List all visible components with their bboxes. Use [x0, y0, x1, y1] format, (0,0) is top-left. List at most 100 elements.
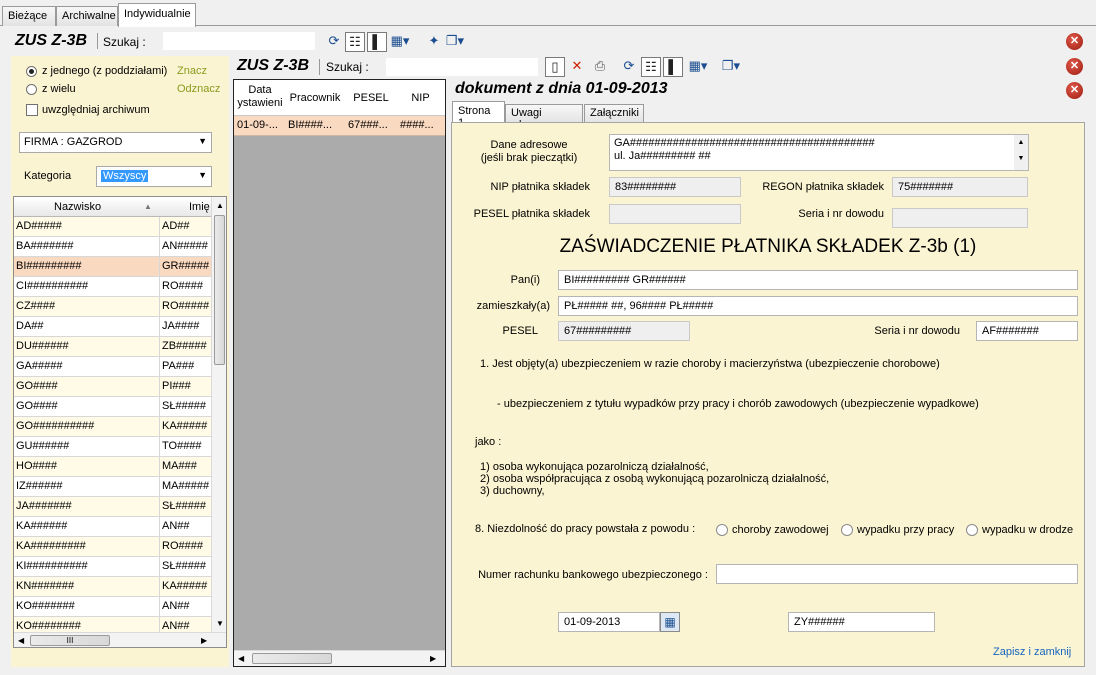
refresh-icon[interactable]: ⟳ — [619, 57, 639, 77]
table-row[interactable]: GO########## KA##### — [14, 417, 211, 437]
doc-tab-notes[interactable]: Uwagi własne — [505, 104, 583, 131]
table-row[interactable]: KA######### RO#### — [14, 537, 211, 557]
doc-tab-attachments[interactable]: Załączniki — [584, 104, 644, 123]
column-header-pesel[interactable]: PESEL — [346, 92, 396, 104]
table-row[interactable]: GO#### SŁ##### — [14, 397, 211, 417]
scroll-left-icon[interactable]: ◀ — [238, 654, 244, 663]
calculator-icon[interactable]: ☷ — [641, 57, 661, 77]
nip-field[interactable]: 83######## — [609, 177, 741, 197]
chevron-down-icon: ▼ — [198, 170, 207, 180]
column-header-nip[interactable]: NIP — [398, 92, 443, 104]
outer-search-input[interactable] — [163, 32, 315, 50]
table-row[interactable]: HO#### MA### — [14, 457, 211, 477]
firm-combo[interactable]: FIRMA : GAZGROD ▼ — [19, 132, 212, 153]
table-row[interactable]: GO#### PI### — [14, 377, 211, 397]
payer-pesel-field[interactable] — [609, 204, 741, 224]
table-row[interactable]: DA## JA#### — [14, 317, 211, 337]
table-row[interactable]: JA####### SŁ##### — [14, 497, 211, 517]
table-menu-icon[interactable]: ▦▾ — [688, 57, 708, 77]
doc-row-date: 01-09-... — [237, 119, 278, 131]
close-icon[interactable]: ✕ — [1066, 33, 1083, 50]
table-row[interactable]: BI######### GR##### — [14, 257, 211, 277]
id-field[interactable]: AF####### — [976, 321, 1078, 341]
table-row[interactable]: CI########## RO#### — [14, 277, 211, 297]
column-header-date[interactable]: Data ystawieni — [236, 84, 284, 110]
scroll-right-icon[interactable]: ▶ — [430, 654, 436, 663]
table-row[interactable]: KN####### KA##### — [14, 577, 211, 597]
employee-grid-vscroll[interactable]: ▲ ▼ — [211, 197, 226, 632]
table-row[interactable]: GA##### PA### — [14, 357, 211, 377]
tab-current[interactable]: Bieżące — [2, 6, 56, 26]
row-firstname: MA##### — [159, 477, 211, 497]
bank-account-field[interactable] — [716, 564, 1078, 584]
documents-grid-row-selected[interactable]: 01-09-... BI####... 67###... ####... — [234, 116, 445, 136]
close-icon[interactable]: ✕ — [1066, 82, 1083, 99]
column-header-firstname[interactable]: Imię — [189, 201, 210, 213]
row-surname: KA###### — [16, 520, 68, 532]
category-combo[interactable]: Wszyscy ▼ — [96, 166, 212, 187]
radio-work-accident[interactable] — [841, 524, 853, 536]
select-all-link[interactable]: Znacz — [177, 65, 207, 77]
inner-search-input[interactable] — [386, 58, 538, 76]
date-field[interactable]: 01-09-2013 — [558, 612, 660, 632]
radio-many-firms[interactable] — [26, 84, 37, 95]
print-icon[interactable]: ⎙ — [590, 57, 610, 77]
columns-icon[interactable]: ▌ — [367, 32, 387, 52]
person-field[interactable]: BI######### GR###### — [558, 270, 1078, 290]
doc-tab-page1[interactable]: Strona 1 — [452, 101, 505, 129]
new-document-icon[interactable]: ▯ — [545, 57, 565, 77]
table-row[interactable]: IZ###### MA##### — [14, 477, 211, 497]
refresh-icon[interactable]: ⟳ — [324, 32, 344, 52]
pesel-field[interactable]: 67######### — [558, 321, 690, 341]
scroll-up-icon[interactable]: ▲ — [216, 201, 224, 210]
regon-field[interactable]: 75####### — [892, 177, 1028, 197]
scroll-right-icon[interactable]: ▶ — [201, 636, 207, 645]
pin-icon[interactable]: ✦ — [424, 32, 444, 52]
column-header-surname[interactable]: Nazwisko — [54, 201, 101, 213]
hscroll-thumb[interactable] — [252, 653, 332, 664]
row-firstname: AN##### — [159, 237, 211, 257]
table-row[interactable]: DU###### ZB##### — [14, 337, 211, 357]
close-icon[interactable]: ✕ — [1066, 58, 1083, 75]
signature-field[interactable]: ZY###### — [788, 612, 935, 632]
deselect-all-link[interactable]: Odznacz — [177, 83, 220, 95]
scroll-left-icon[interactable]: ◀ — [18, 636, 24, 645]
table-row[interactable]: KI########## SŁ##### — [14, 557, 211, 577]
row-surname: CI########## — [16, 280, 89, 292]
documents-grid-hscroll[interactable]: ◀ ▶ — [234, 650, 445, 666]
table-row[interactable]: AD##### AD## — [14, 217, 211, 237]
table-row[interactable]: KA###### AN## — [14, 517, 211, 537]
tab-archive[interactable]: Archiwalne — [56, 6, 118, 26]
payer-id-field[interactable] — [892, 208, 1028, 228]
column-header-employee[interactable]: Pracownik — [286, 92, 344, 104]
employee-grid: Nazwisko ▲ Imię AD##### AD## BA####### AN##… — [13, 196, 227, 648]
delete-icon[interactable]: ✕ — [567, 57, 587, 77]
radio-occupational-disease[interactable] — [716, 524, 728, 536]
row-surname: KI########## — [16, 560, 88, 572]
archive-checkbox[interactable] — [26, 104, 38, 116]
tab-individual[interactable]: Indywidualnie — [118, 3, 196, 27]
save-and-close-link[interactable]: Zapisz i zamknij — [993, 646, 1071, 658]
row-surname: GO#### — [16, 380, 58, 392]
calendar-icon[interactable]: ▦ — [660, 612, 680, 632]
scroll-down-icon[interactable]: ▼ — [216, 619, 224, 628]
columns-icon[interactable]: ▌ — [663, 57, 683, 77]
radio-single-firm[interactable] — [26, 66, 37, 77]
copy-menu-icon[interactable]: ❐▾ — [721, 57, 741, 77]
calculator-icon[interactable]: ☷ — [345, 32, 365, 52]
table-row[interactable]: CZ#### RO##### — [14, 297, 211, 317]
option-1-text: 1) osoba wykonująca pozarolniczą działal… — [480, 461, 709, 473]
table-menu-icon[interactable]: ▦▾ — [390, 32, 410, 52]
scroll-thumb[interactable] — [214, 215, 225, 365]
table-row[interactable]: GU###### TO#### — [14, 437, 211, 457]
radio-commute-accident[interactable] — [966, 524, 978, 536]
table-row[interactable]: KO####### AN## — [14, 597, 211, 617]
hscroll-thumb[interactable]: III — [30, 635, 110, 646]
address-scroll[interactable]: ▲ ▼ — [1014, 135, 1028, 170]
address-textarea[interactable]: GA######################################… — [609, 134, 1029, 171]
employee-grid-hscroll[interactable]: ◀ III ▶ — [14, 632, 226, 647]
row-firstname: AN## — [159, 597, 211, 617]
residence-field[interactable]: PŁ##### ##, 96#### PŁ##### — [558, 296, 1078, 316]
copy-menu-icon[interactable]: ❐▾ — [445, 32, 465, 52]
table-row[interactable]: BA####### AN##### — [14, 237, 211, 257]
